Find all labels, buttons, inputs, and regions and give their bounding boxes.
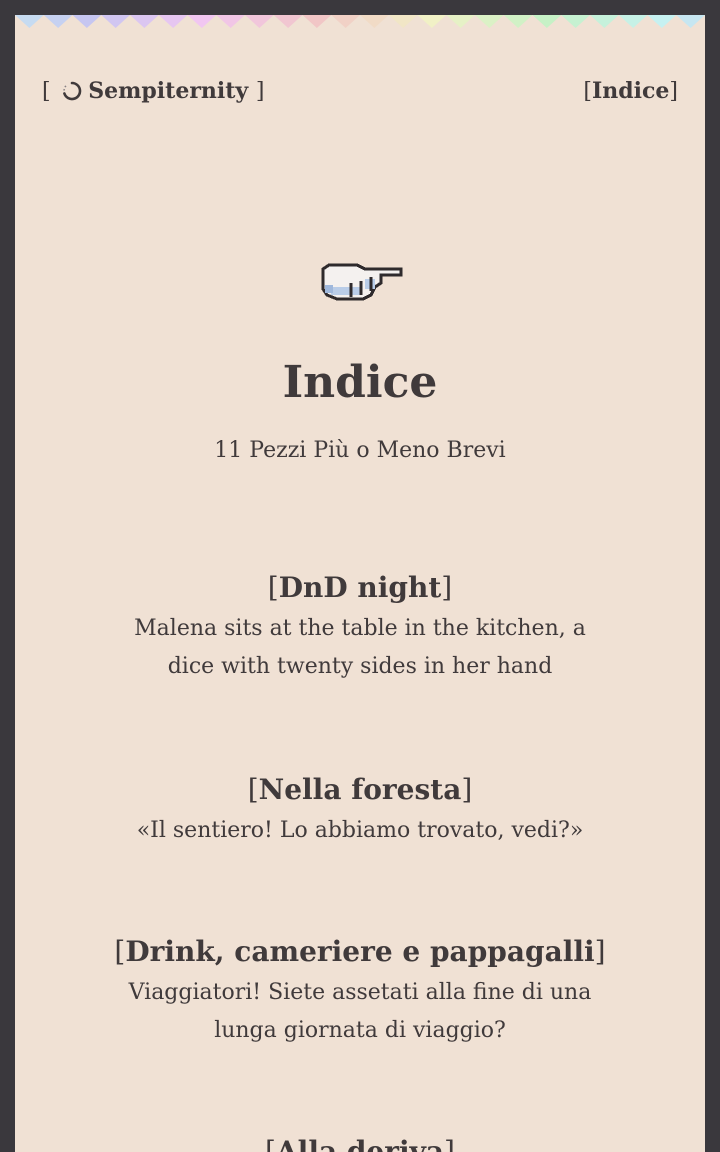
rainbow-zigzag-border (15, 15, 705, 28)
loading-spinner-icon (63, 81, 82, 101)
page: [ Sempiternity ] [Indice] Indice 11 Pezz… (15, 15, 705, 1152)
close-bracket: ] (594, 935, 606, 968)
entry-title-link[interactable]: [DnD night] (268, 568, 452, 608)
open-bracket: [ (265, 1135, 276, 1152)
zigzag-triangle (43, 15, 73, 28)
close-bracket: ] (441, 571, 453, 604)
entry-title-text: Drink, cameriere e pappagalli (125, 935, 595, 968)
page-title: Indice (282, 357, 438, 408)
entry-title-text: Nella foresta (258, 773, 462, 806)
zigzag-triangle (590, 15, 619, 28)
zigzag-triangle (245, 15, 274, 28)
list-item: [Drink, cameriere e pappagalli] Viaggiat… (15, 932, 705, 1050)
zigzag-triangle (273, 15, 303, 28)
open-bracket: [ (583, 79, 592, 104)
zigzag-triangle (15, 15, 44, 28)
close-bracket: ] (669, 79, 678, 104)
entry-title-text: Alla deriva (275, 1135, 445, 1152)
zigzag-triangle (302, 15, 332, 28)
zigzag-triangle (158, 15, 188, 28)
zigzag-triangle (475, 15, 504, 28)
page-subtitle: 11 Pezzi Più o Meno Brevi (214, 438, 506, 463)
entry-title-link[interactable]: [Alla deriva] (265, 1132, 455, 1152)
close-bracket: ] (444, 1135, 455, 1152)
site-title-text: Sempiternity (88, 78, 249, 104)
entry-excerpt: Viaggiatori! Siete assetati alla fine di… (128, 980, 592, 1043)
zigzag-triangle (417, 15, 447, 28)
zigzag-triangle (446, 15, 475, 28)
zigzag-triangle (360, 15, 389, 28)
open-bracket: [ (267, 571, 279, 604)
site-title-link[interactable]: [ Sempiternity ] (42, 75, 264, 108)
open-bracket: [ (247, 773, 259, 806)
open-bracket: [ (114, 935, 126, 968)
nav-indice-link[interactable]: [Indice] (583, 75, 678, 108)
zigzag-triangle (101, 15, 130, 28)
entry-excerpt: Malena sits at the table in the kitchen,… (134, 616, 586, 679)
close-bracket: ] (255, 79, 265, 104)
list-item: [Alla deriva] (15, 1132, 705, 1152)
zigzag-triangle (532, 15, 562, 28)
zigzag-triangle (618, 15, 648, 28)
entry-title-link[interactable]: [Drink, cameriere e pappagalli] (114, 932, 605, 972)
zigzag-triangle (130, 15, 159, 28)
pointing-hand-icon (321, 263, 403, 301)
zigzag-triangle (72, 15, 102, 28)
entry-title-link[interactable]: [Nella foresta] (248, 770, 473, 810)
zigzag-triangle (388, 15, 418, 28)
list-item: [Nella foresta] «Il sentiero! Lo abbiamo… (15, 770, 705, 850)
close-bracket: ] (461, 773, 473, 806)
zigzag-triangle (187, 15, 217, 28)
list-item: [DnD night] Malena sits at the table in … (15, 568, 705, 686)
zigzag-triangle (331, 15, 360, 28)
zigzag-triangle (561, 15, 590, 28)
nav-indice-text: Indice (591, 78, 670, 104)
entry-excerpt: «Il sentiero! Lo abbiamo trovato, vedi?» (136, 818, 584, 843)
zigzag-triangle (647, 15, 677, 28)
open-bracket: [ (42, 79, 51, 104)
zigzag-triangle (503, 15, 533, 28)
entry-title-text: DnD night (278, 571, 442, 604)
zigzag-triangle (216, 15, 245, 28)
zigzag-triangle (676, 15, 705, 28)
